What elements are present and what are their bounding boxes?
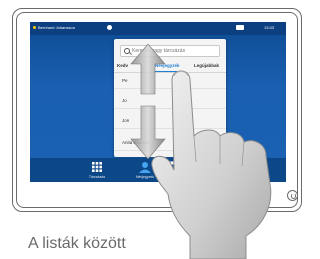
dock-item-dial[interactable]: Tárcsázás — [82, 160, 112, 180]
caption: A listák között — [28, 235, 126, 252]
status-bar: Bernhard Johansson 13:33 — [30, 22, 286, 35]
status-user-name[interactable]: Bernhard Johansson — [38, 25, 75, 30]
hand-gesture-icon — [151, 70, 272, 259]
status-time: 13:33 — [264, 25, 275, 30]
keypad-icon — [92, 162, 102, 172]
dock-label: Tárcsázás — [88, 175, 106, 179]
settings-icon[interactable] — [107, 25, 112, 30]
presence-icon — [33, 26, 36, 29]
camera-icon[interactable] — [236, 25, 244, 30]
